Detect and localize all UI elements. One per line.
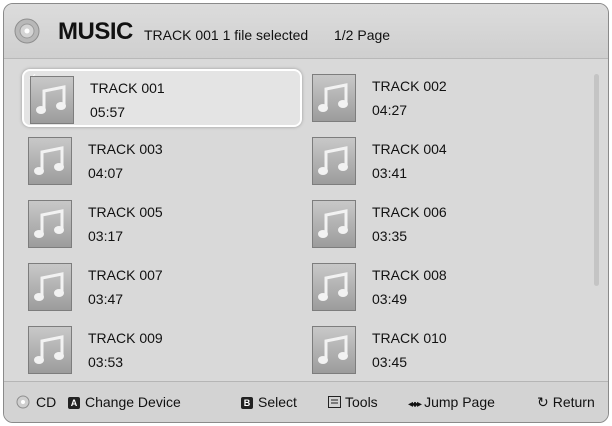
music-note-icon: [30, 76, 74, 124]
track-tile[interactable]: TRACK 003 04:07: [22, 132, 302, 190]
track-tile[interactable]: TRACK 006 03:35: [306, 195, 586, 253]
b-key-icon: B: [241, 397, 253, 409]
track-grid: ✓ TRACK 001 05:57 TRACK 002 04:27 TRACK …: [4, 64, 594, 379]
scrollbar[interactable]: [594, 74, 599, 286]
track-duration: 03:49: [372, 291, 408, 307]
track-duration: 03:47: [88, 291, 124, 307]
page-indicator: 1/2 Page: [334, 27, 391, 43]
music-note-icon: [28, 326, 72, 374]
device-label: CD: [36, 394, 57, 410]
change-device-label: Change Device: [85, 394, 181, 410]
music-note-icon: [28, 200, 72, 248]
music-note-icon: [28, 263, 72, 311]
track-duration: 03:35: [372, 228, 408, 244]
track-tile[interactable]: TRACK 007 03:47: [22, 258, 302, 316]
return-label: Return: [552, 394, 595, 410]
track-name: TRACK 002: [372, 78, 447, 94]
track-name: TRACK 009: [88, 330, 163, 346]
music-browser-screen: MUSIC TRACK 001 1 file selected 1/2 Page…: [3, 3, 609, 423]
track-name: TRACK 003: [88, 141, 163, 157]
track-tile[interactable]: TRACK 010 03:45: [306, 321, 586, 379]
track-name: TRACK 005: [88, 204, 163, 220]
track-tile[interactable]: TRACK 009 03:53: [22, 321, 302, 379]
track-duration: 03:17: [88, 228, 124, 244]
track-tile[interactable]: ✓ TRACK 001 05:57: [22, 69, 302, 127]
track-tile[interactable]: TRACK 002 04:27: [306, 69, 586, 127]
music-note-icon: [28, 137, 72, 185]
disc-icon: [16, 395, 30, 409]
track-duration: 05:57: [90, 104, 126, 120]
jump-page-label: Jump Page: [424, 394, 495, 410]
return-button[interactable]: ↻ Return: [537, 394, 595, 411]
a-key-icon: A: [68, 397, 80, 409]
page-title: MUSIC: [58, 18, 133, 45]
track-name: TRACK 004: [372, 141, 447, 157]
tools-button[interactable]: Tools: [328, 394, 378, 410]
disc-icon: [14, 18, 40, 44]
music-note-icon: [312, 326, 356, 374]
footer-bar: CD A Change Device B Select Tools ◂◂▸▸ Jump…: [4, 381, 608, 422]
header-bar: MUSIC TRACK 001 1 file selected 1/2 Page: [4, 4, 608, 59]
music-note-icon: [312, 137, 356, 185]
music-note-icon: [312, 263, 356, 311]
track-tile[interactable]: TRACK 008 03:49: [306, 258, 586, 316]
track-duration: 03:45: [372, 354, 408, 370]
music-note-icon: [312, 74, 356, 122]
change-device-button[interactable]: A Change Device: [68, 394, 181, 410]
track-duration: 03:41: [372, 165, 408, 181]
track-name: TRACK 006: [372, 204, 447, 220]
track-duration: 03:53: [88, 354, 124, 370]
track-name: TRACK 008: [372, 267, 447, 283]
track-name: TRACK 001: [90, 80, 165, 96]
music-note-icon: [312, 200, 356, 248]
track-tile[interactable]: TRACK 004 03:41: [306, 132, 586, 190]
track-name: TRACK 010: [372, 330, 447, 346]
device-indicator[interactable]: CD: [16, 394, 56, 410]
track-tile[interactable]: TRACK 005 03:17: [22, 195, 302, 253]
selection-status: TRACK 001 1 file selected: [144, 27, 309, 43]
jump-arrows-icon: ◂◂▸▸: [408, 399, 422, 410]
tools-label: Tools: [345, 394, 378, 410]
select-button[interactable]: B Select: [241, 394, 297, 410]
return-icon: ↻: [537, 394, 549, 410]
select-label: Select: [258, 394, 297, 410]
track-duration: 04:27: [372, 102, 408, 118]
tools-icon: [328, 396, 341, 408]
jump-page-button[interactable]: ◂◂▸▸ Jump Page: [408, 394, 495, 410]
track-duration: 04:07: [88, 165, 124, 181]
track-name: TRACK 007: [88, 267, 163, 283]
